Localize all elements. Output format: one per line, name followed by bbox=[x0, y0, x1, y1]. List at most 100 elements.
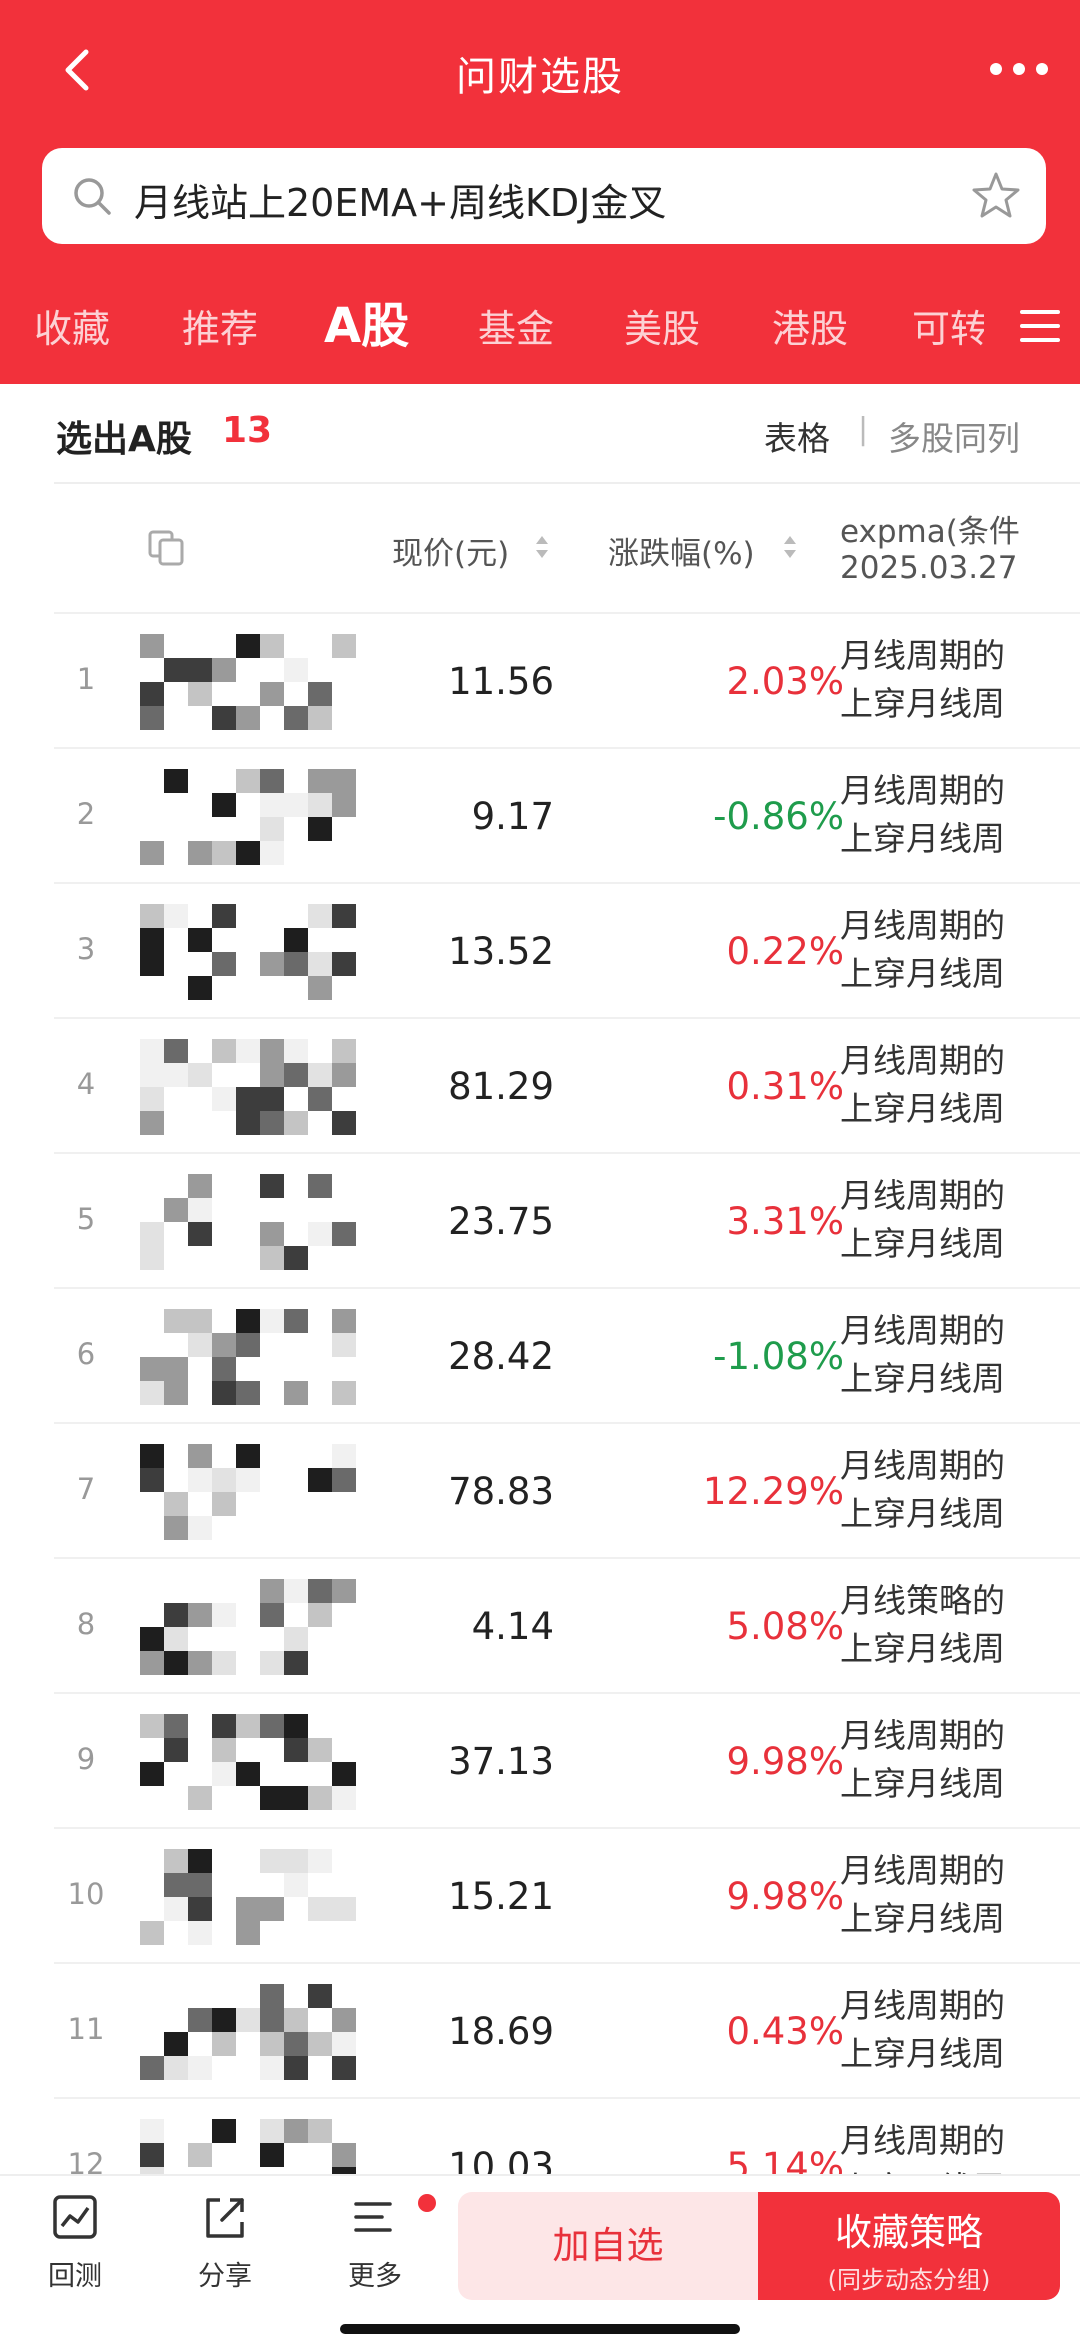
row-change: -0.86% bbox=[713, 795, 844, 838]
sort-icon[interactable] bbox=[782, 534, 798, 560]
row-condition-line1: 月线策略的 bbox=[840, 1581, 1005, 1620]
row-condition-line2: 上穿月线周 bbox=[840, 1089, 1005, 1128]
tab-a-shares[interactable]: A股 bbox=[324, 286, 409, 356]
ellipsis-icon[interactable] bbox=[984, 54, 1054, 84]
row-condition-line1: 月线周期的 bbox=[840, 636, 1005, 675]
add-watchlist-button[interactable]: 加自选 bbox=[458, 2192, 758, 2300]
view-table-toggle[interactable]: 表格 bbox=[764, 412, 830, 460]
copy-icon[interactable] bbox=[146, 528, 186, 568]
result-count: 13 bbox=[222, 410, 273, 451]
row-price: 37.13 bbox=[448, 1740, 554, 1783]
tab-favorites[interactable]: 收藏 bbox=[34, 298, 110, 353]
backtest-button[interactable]: 回测 bbox=[20, 2192, 130, 2302]
row-price: 28.42 bbox=[448, 1335, 554, 1378]
table-row[interactable]: 11 18.69 0.43% 月线周期的 上穿月线周 bbox=[54, 1962, 1080, 2097]
stock-name-redacted[interactable] bbox=[140, 1849, 360, 1945]
tab-hk-stocks[interactable]: 港股 bbox=[772, 298, 848, 353]
backtest-label: 回测 bbox=[48, 2261, 102, 2292]
stock-name-redacted[interactable] bbox=[140, 1174, 360, 1270]
row-condition-line2: 上穿月线周 bbox=[840, 1224, 1005, 1263]
column-expma-title: expma(条件 bbox=[840, 514, 1020, 550]
stock-name-redacted[interactable] bbox=[140, 634, 360, 730]
market-tabs: 收藏 推荐 A股 基金 美股 港股 可转 bbox=[0, 284, 1080, 364]
tab-recommend[interactable]: 推荐 bbox=[182, 298, 258, 353]
save-strategy-button[interactable]: 收藏策略 (同步动态分组) bbox=[758, 2192, 1060, 2300]
row-change: 0.22% bbox=[726, 930, 844, 973]
star-icon[interactable] bbox=[968, 168, 1024, 224]
tab-convertible[interactable]: 可转 bbox=[912, 298, 984, 353]
more-button[interactable]: 更多 bbox=[320, 2192, 430, 2302]
menu-icon[interactable] bbox=[1018, 306, 1062, 346]
view-multi-toggle[interactable]: 多股同列 bbox=[888, 412, 1020, 460]
row-condition: 月线周期的 上穿月线周 bbox=[840, 767, 1080, 871]
save-strategy-sublabel: (同步动态分组) bbox=[827, 2266, 991, 2294]
tab-us-stocks[interactable]: 美股 bbox=[624, 298, 700, 353]
table-row[interactable]: 1 11.56 2.03% 月线周期的 上穿月线周 bbox=[54, 612, 1080, 747]
table-row[interactable]: 8 4.14 5.08% 月线策略的 上穿月线周 bbox=[54, 1557, 1080, 1692]
stock-name-redacted[interactable] bbox=[140, 1444, 360, 1540]
table-row[interactable]: 4 81.29 0.31% 月线周期的 上穿月线周 bbox=[54, 1017, 1080, 1152]
table-row[interactable]: 6 28.42 -1.08% 月线周期的 上穿月线周 bbox=[54, 1287, 1080, 1422]
row-index: 4 bbox=[76, 1067, 96, 1101]
row-index: 8 bbox=[76, 1607, 96, 1641]
share-label: 分享 bbox=[198, 2261, 252, 2292]
app-header: 问财选股 月线站上20EMA+周线KDJ金叉 收藏 推荐 A股 基金 美股 港股… bbox=[0, 0, 1080, 384]
tab-funds[interactable]: 基金 bbox=[478, 298, 554, 353]
row-condition-line2: 上穿月线周 bbox=[840, 684, 1005, 723]
row-index: 9 bbox=[76, 1742, 96, 1776]
column-expma-date: 2025.03.27 bbox=[840, 550, 1018, 586]
row-change: 3.31% bbox=[726, 1200, 844, 1243]
table-row[interactable]: 3 13.52 0.22% 月线周期的 上穿月线周 bbox=[54, 882, 1080, 1017]
row-condition: 月线周期的 上穿月线周 bbox=[840, 902, 1080, 1006]
row-condition-line2: 上穿月线周 bbox=[840, 1494, 1005, 1533]
row-change: 12.29% bbox=[702, 1470, 844, 1513]
table-row[interactable]: 2 9.17 -0.86% 月线周期的 上穿月线周 bbox=[54, 747, 1080, 882]
stock-name-redacted[interactable] bbox=[140, 1039, 360, 1135]
stock-name-redacted[interactable] bbox=[140, 1984, 360, 2080]
row-price: 18.69 bbox=[448, 2010, 554, 2053]
row-index: 1 bbox=[76, 662, 96, 696]
row-condition-line2: 上穿月线周 bbox=[840, 1764, 1005, 1803]
stock-name-redacted[interactable] bbox=[140, 1309, 360, 1405]
table-row[interactable]: 5 23.75 3.31% 月线周期的 上穿月线周 bbox=[54, 1152, 1080, 1287]
stock-name-redacted[interactable] bbox=[140, 769, 360, 865]
row-price: 23.75 bbox=[448, 1200, 554, 1243]
home-indicator bbox=[340, 2324, 740, 2334]
stock-name-redacted[interactable] bbox=[140, 904, 360, 1000]
table-header: 现价(元) 涨跌幅(%) expma(条件 2025.03.27 bbox=[54, 482, 1080, 612]
table-row[interactable]: 7 78.83 12.29% 月线周期的 上穿月线周 bbox=[54, 1422, 1080, 1557]
row-condition-line1: 月线周期的 bbox=[840, 1986, 1005, 2025]
sort-icon[interactable] bbox=[534, 534, 550, 560]
row-condition-line1: 月线周期的 bbox=[840, 1716, 1005, 1755]
row-index: 5 bbox=[76, 1202, 96, 1236]
column-change[interactable]: 涨跌幅(%) bbox=[608, 528, 755, 573]
share-button[interactable]: 分享 bbox=[170, 2192, 280, 2302]
row-change: 5.08% bbox=[726, 1605, 844, 1648]
row-condition-line1: 月线周期的 bbox=[840, 771, 1005, 810]
table-row[interactable]: 9 37.13 9.98% 月线周期的 上穿月线周 bbox=[54, 1692, 1080, 1827]
row-index: 3 bbox=[76, 932, 96, 966]
row-index: 2 bbox=[76, 797, 96, 831]
save-strategy-label: 收藏策略 bbox=[835, 2211, 983, 2254]
row-condition-line1: 月线周期的 bbox=[840, 906, 1005, 945]
result-label: 选出A股 bbox=[56, 419, 192, 460]
row-condition: 月线周期的 上穿月线周 bbox=[840, 1172, 1080, 1276]
row-condition: 月线周期的 上穿月线周 bbox=[840, 1037, 1080, 1141]
row-change: -1.08% bbox=[713, 1335, 844, 1378]
search-box[interactable]: 月线站上20EMA+周线KDJ金叉 bbox=[42, 148, 1046, 244]
column-expma[interactable]: expma(条件 2025.03.27 bbox=[840, 484, 1080, 614]
column-price[interactable]: 现价(元) bbox=[392, 528, 509, 573]
stock-name-redacted[interactable] bbox=[140, 1714, 360, 1810]
row-index: 7 bbox=[76, 1472, 96, 1506]
row-index: 6 bbox=[76, 1337, 96, 1371]
stock-name-redacted[interactable] bbox=[140, 1579, 360, 1675]
row-price: 78.83 bbox=[448, 1470, 554, 1513]
view-separator: | bbox=[858, 412, 869, 447]
row-condition-line1: 月线周期的 bbox=[840, 1176, 1005, 1215]
search-query[interactable]: 月线站上20EMA+周线KDJ金叉 bbox=[134, 172, 666, 227]
chart-icon bbox=[53, 2195, 97, 2239]
page-title: 问财选股 bbox=[456, 54, 624, 100]
table-row[interactable]: 10 15.21 9.98% 月线周期的 上穿月线周 bbox=[54, 1827, 1080, 1962]
stock-table: 1 11.56 2.03% 月线周期的 上穿月线周 2 9.17 -0.86% … bbox=[54, 612, 1080, 2232]
row-condition: 月线周期的 上穿月线周 bbox=[840, 1982, 1080, 2086]
